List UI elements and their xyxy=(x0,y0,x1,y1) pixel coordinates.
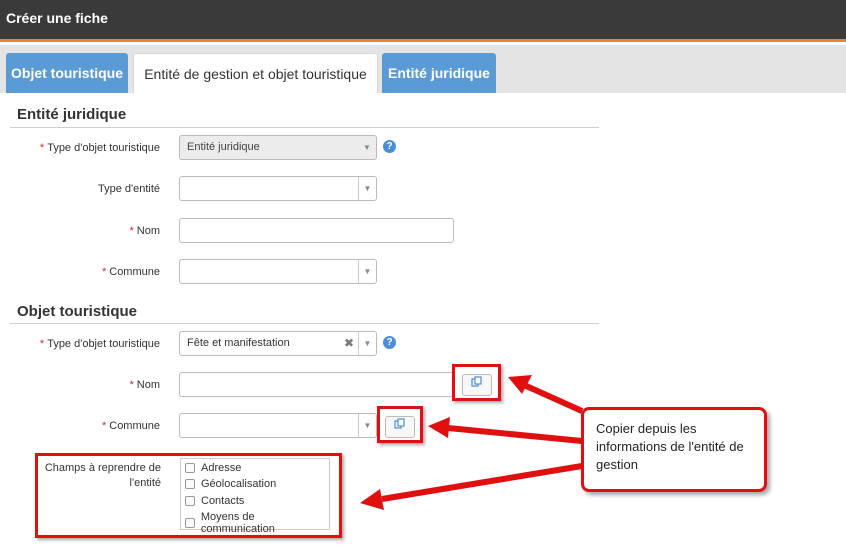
label-type-objet-ot: * Type d'objet touristique xyxy=(39,338,160,350)
label-type-objet-ej: * Type d'objet touristique xyxy=(39,142,160,154)
input-nom-ot[interactable] xyxy=(179,372,454,397)
arrow-head-commune xyxy=(428,417,450,438)
section-title-objet-touristique: Objet touristique xyxy=(17,303,137,320)
label-nom-ej: * Nom xyxy=(129,225,160,237)
arrow-head-champs xyxy=(360,489,384,510)
label-type-entite: Type d'entité xyxy=(97,183,160,195)
tab-strip: Objet touristique Entité de gestion et o… xyxy=(0,45,846,93)
input-nom-ej[interactable] xyxy=(179,218,454,243)
help-icon[interactable]: ? xyxy=(383,140,396,153)
clear-icon[interactable]: ✖ xyxy=(344,332,354,355)
highlight-copy-nom xyxy=(452,364,501,401)
section-divider xyxy=(10,127,599,128)
arrow-line-nom xyxy=(522,382,584,414)
chevron-down-icon: ▼ xyxy=(358,332,376,355)
chevron-down-icon: ▼ xyxy=(363,143,371,152)
tab-objet-touristique[interactable]: Objet touristique xyxy=(6,53,128,93)
annotation-callout: Copier depuis les informations de l'enti… xyxy=(581,407,767,492)
arrow-head-nom xyxy=(508,375,532,394)
section-divider xyxy=(10,323,599,324)
select-commune-ot[interactable]: ▼ xyxy=(179,413,377,438)
select-type-objet-ej[interactable]: Entité juridique ▼ xyxy=(179,135,377,160)
label-nom-ot: * Nom xyxy=(129,379,160,391)
chevron-down-icon: ▼ xyxy=(358,260,376,283)
select-type-entite[interactable]: ▼ xyxy=(179,176,377,201)
select-type-objet-ot[interactable]: Fête et manifestation ✖ ▼ xyxy=(179,331,377,356)
callout-text: Copier depuis les informations de l'enti… xyxy=(596,421,744,472)
title-bar: Créer une fiche xyxy=(0,0,846,42)
chevron-down-icon: ▼ xyxy=(358,177,376,200)
select-value: Entité juridique xyxy=(187,141,260,153)
tab-entite-juridique[interactable]: Entité juridique xyxy=(382,53,496,93)
chevron-down-icon: ▼ xyxy=(358,414,376,437)
select-value: Fête et manifestation xyxy=(187,337,290,349)
tab-entite-gestion-objet[interactable]: Entité de gestion et objet touristique xyxy=(133,53,378,93)
label-commune-ej: * Commune xyxy=(101,266,160,278)
section-title-entite-juridique: Entité juridique xyxy=(17,106,127,123)
highlight-champs xyxy=(35,453,342,538)
window-title: Créer une fiche xyxy=(6,10,108,26)
label-commune-ot: * Commune xyxy=(101,420,160,432)
highlight-copy-commune xyxy=(377,406,423,443)
help-icon[interactable]: ? xyxy=(383,336,396,349)
arrow-line-commune xyxy=(447,425,583,444)
select-commune-ej[interactable]: ▼ xyxy=(179,259,377,284)
arrow-line-champs xyxy=(381,463,583,502)
